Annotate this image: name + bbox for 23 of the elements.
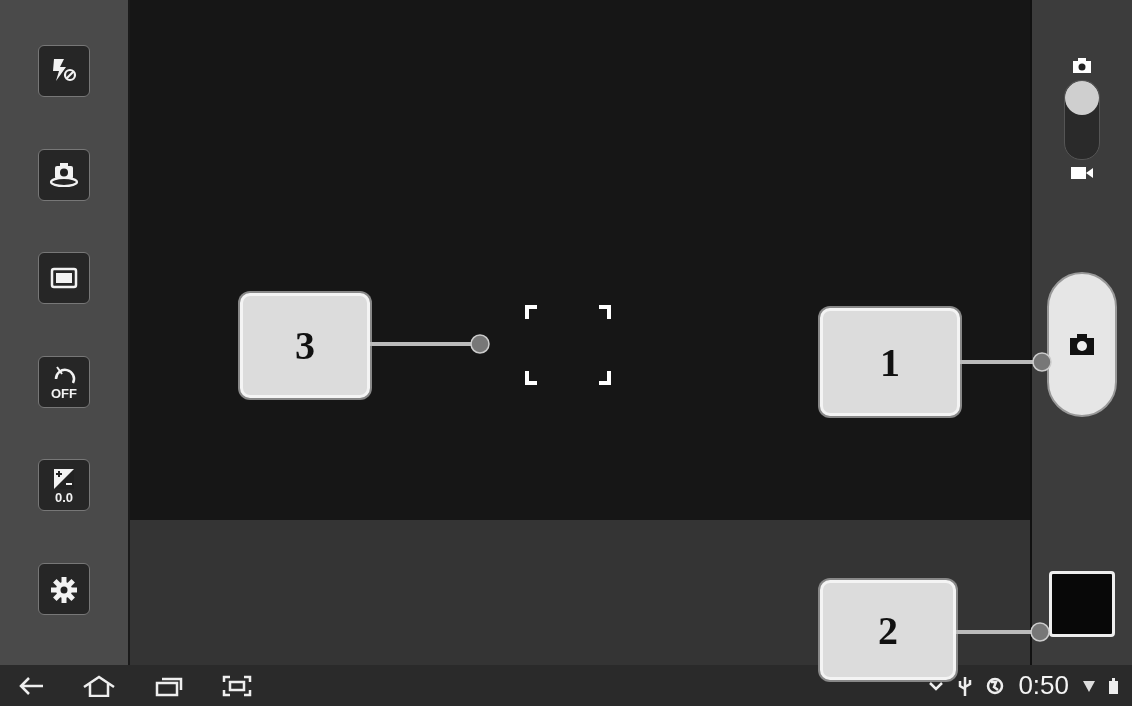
timer-button[interactable]: OFF [38, 355, 90, 408]
aspect-button[interactable] [38, 252, 90, 305]
gallery-thumbnail[interactable] [1049, 571, 1115, 637]
video-camera-icon [1071, 166, 1093, 180]
home-icon[interactable] [82, 674, 116, 697]
exposure-button[interactable]: 0.0 [38, 459, 90, 512]
chevron-down-icon [928, 679, 945, 692]
back-icon[interactable] [18, 675, 44, 696]
clock-time: 0:50 [1018, 670, 1069, 701]
camera-icon [1069, 333, 1095, 356]
camera-icon [1072, 58, 1092, 74]
switch-thumb[interactable] [1065, 81, 1099, 115]
battery-icon [1109, 677, 1118, 694]
self-shot-button[interactable] [38, 148, 90, 201]
mode-switch[interactable] [1064, 80, 1100, 160]
usb-icon [958, 675, 973, 696]
callout-label: 3 [240, 293, 370, 398]
focus-frame-icon [525, 305, 611, 385]
settings-button[interactable] [38, 562, 90, 615]
callout-label: 2 [820, 580, 956, 680]
flash-off-button[interactable] [38, 45, 90, 97]
callout-label: 1 [820, 308, 960, 416]
screenshot-icon[interactable] [222, 674, 252, 697]
